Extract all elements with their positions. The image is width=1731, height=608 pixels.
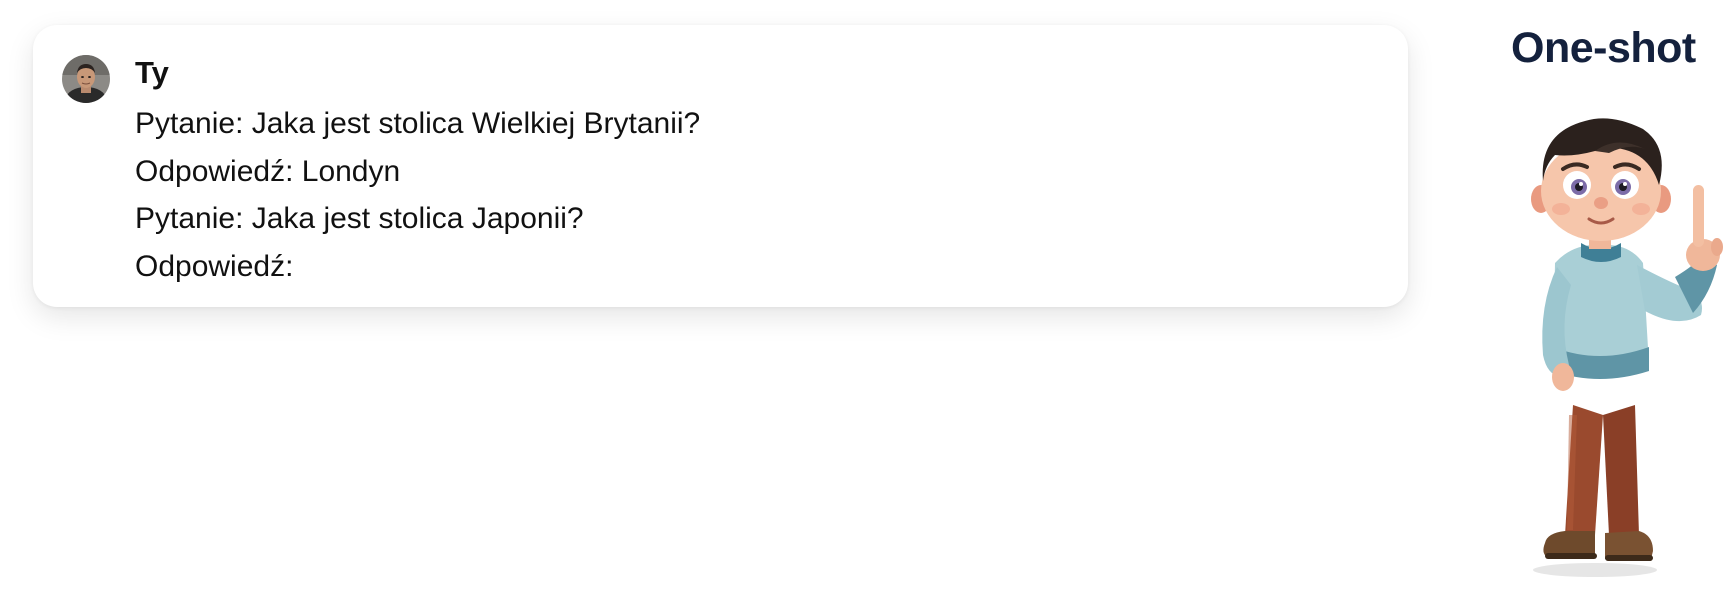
message-line: Odpowiedź: Londyn [135,154,401,188]
message-line: Odpowiedź: [135,249,294,283]
cartoon-boy-pointing-icon [1525,115,1731,580]
slide-heading: One-shot [1511,24,1696,72]
message-line: Pytanie: Jaka jest stolica Japonii? [135,202,584,235]
message-author: Ty [135,55,169,90]
message-text: Pytanie: Jaka jest stolica Wielkiej Bryt… [135,100,700,290]
chat-message-card: Ty Pytanie: Jaka jest stolica Wielkiej B… [33,25,1408,307]
message-line: Pytanie: Jaka jest stolica Wielkiej Bryt… [135,107,701,140]
user-avatar-icon [62,55,110,103]
